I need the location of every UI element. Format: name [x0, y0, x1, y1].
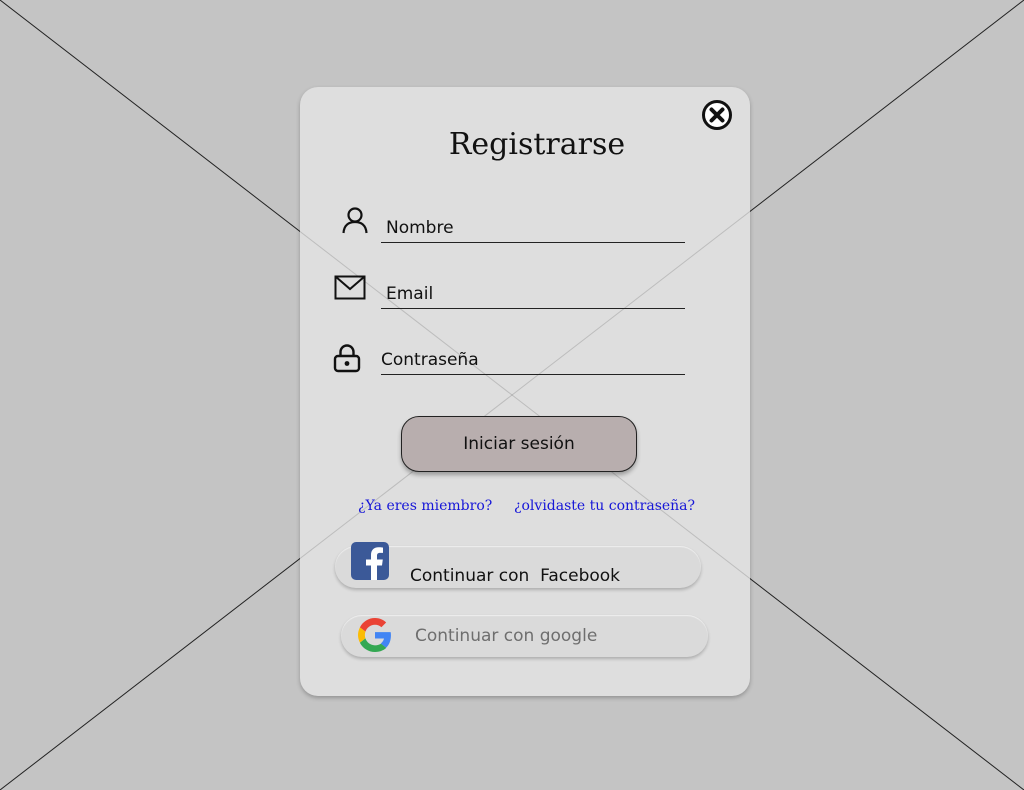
email-field	[381, 274, 685, 309]
email-input[interactable]	[381, 284, 685, 304]
card-placeholder-cross	[300, 210, 750, 580]
forgot-password-link[interactable]: ¿olvidaste tu contraseña?	[514, 498, 695, 514]
user-icon	[342, 207, 368, 234]
google-logo-icon	[358, 618, 391, 652]
continue-facebook-button[interactable]: Continuar con Facebook	[335, 542, 701, 588]
facebook-logo-icon	[351, 542, 389, 580]
google-button-label: Continuar con google	[415, 626, 598, 646]
facebook-button-label: Continuar con Facebook	[410, 566, 621, 586]
register-dialog: Registrarse Iniciar sesión ¿Ya eres miem…	[300, 87, 750, 696]
lock-icon	[333, 344, 361, 373]
name-field	[381, 208, 685, 243]
login-button[interactable]: Iniciar sesión	[401, 416, 637, 472]
name-input[interactable]	[381, 218, 685, 238]
password-input[interactable]	[381, 350, 685, 370]
already-member-link[interactable]: ¿Ya eres miembro?	[358, 498, 492, 514]
password-field	[381, 340, 685, 375]
continue-google-button[interactable]: Continuar con google	[341, 615, 708, 657]
envelope-icon	[334, 275, 366, 300]
dialog-title: Registrarse	[448, 127, 626, 162]
